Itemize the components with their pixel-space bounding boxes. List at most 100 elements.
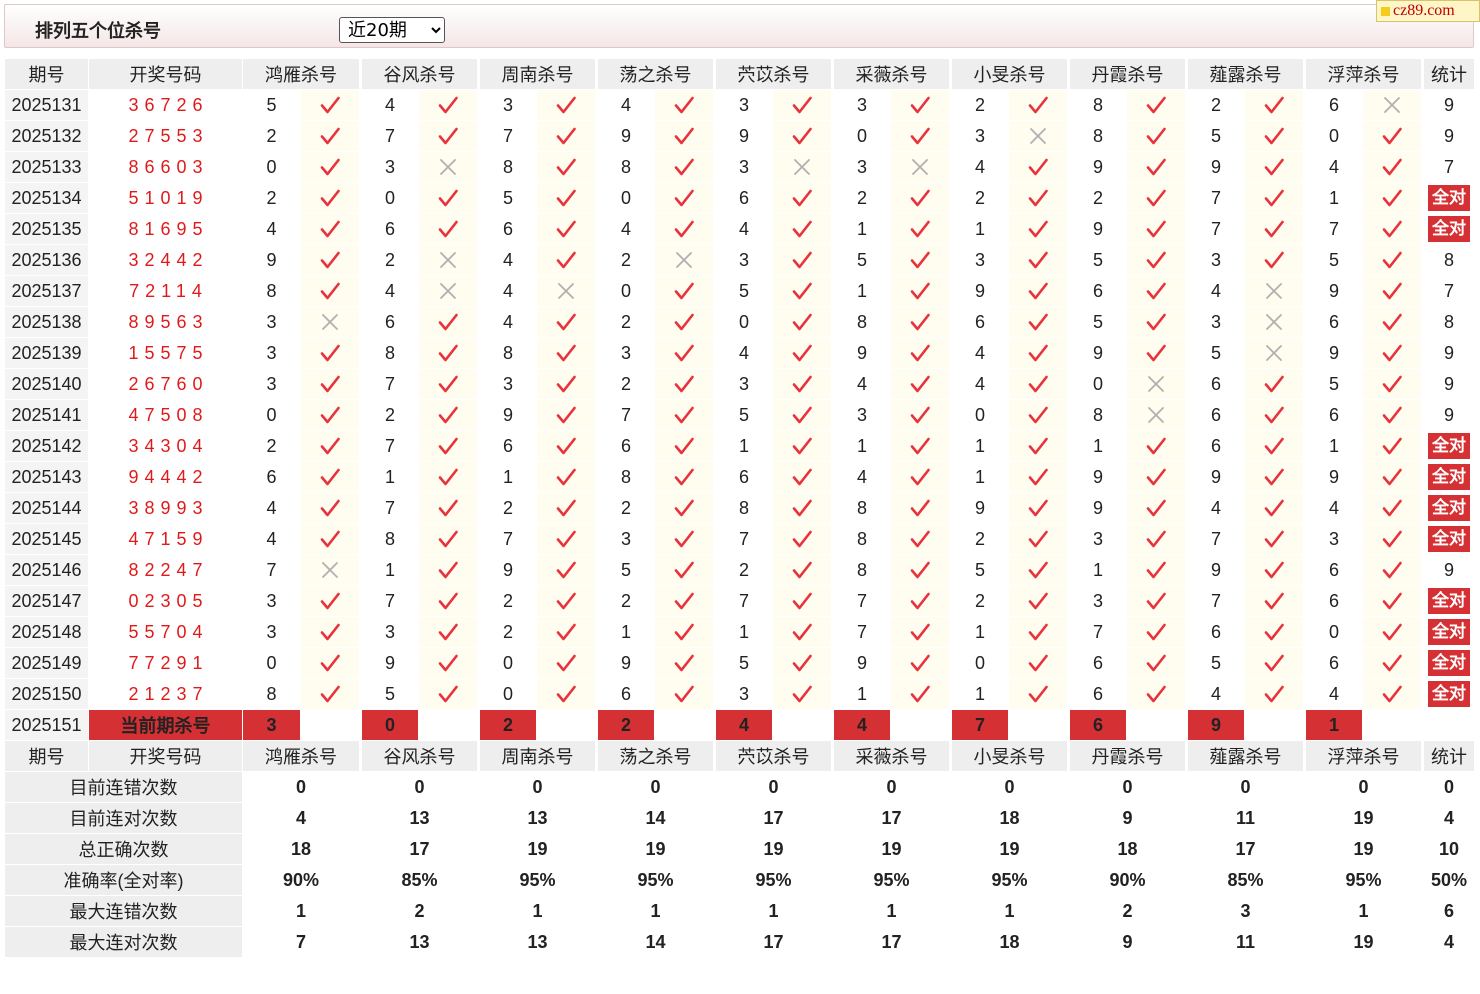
kill-number: 0 bbox=[478, 678, 537, 710]
check-icon bbox=[890, 244, 952, 276]
draw-number-cell: 51019 bbox=[88, 182, 243, 214]
stat-label: 目前连错次数 bbox=[4, 771, 243, 803]
check-icon bbox=[1008, 244, 1070, 276]
stat-value: 95% bbox=[596, 864, 716, 896]
kill-number: 2 bbox=[242, 182, 301, 214]
check-icon bbox=[654, 492, 716, 524]
col-header-period: 期号 bbox=[4, 740, 89, 772]
kill-number: 3 bbox=[714, 368, 773, 400]
kill-number: 4 bbox=[950, 151, 1009, 183]
kill-number: 8 bbox=[1068, 120, 1127, 152]
check-icon bbox=[536, 151, 598, 183]
check-icon bbox=[890, 368, 952, 400]
kill-number: 2 bbox=[950, 89, 1009, 121]
kill-number: 0 bbox=[242, 399, 301, 431]
check-icon bbox=[1126, 616, 1188, 648]
draw-number: 81695 bbox=[128, 218, 209, 239]
draw-number-cell: 77291 bbox=[88, 647, 243, 679]
kill-number: 9 bbox=[1068, 151, 1127, 183]
kill-number: 6 bbox=[478, 430, 537, 462]
check-icon bbox=[1362, 337, 1424, 369]
check-icon bbox=[1362, 430, 1424, 462]
col-header-period: 期号 bbox=[4, 58, 89, 90]
check-icon bbox=[654, 430, 716, 462]
draw-number: 89563 bbox=[128, 311, 209, 332]
kill-number: 2 bbox=[360, 244, 419, 276]
period-range-select[interactable]: 近20期 bbox=[339, 17, 445, 43]
stat-value: 1 bbox=[714, 895, 834, 927]
check-icon bbox=[536, 120, 598, 152]
check-icon bbox=[418, 430, 480, 462]
current-kill-blank bbox=[1126, 709, 1188, 741]
kill-number: 3 bbox=[242, 616, 301, 648]
check-icon bbox=[300, 151, 362, 183]
check-icon bbox=[418, 554, 480, 586]
site-logo[interactable]: cz89.com bbox=[1376, 0, 1480, 22]
current-kill-number: 4 bbox=[714, 709, 773, 741]
kill-number: 0 bbox=[242, 151, 301, 183]
draw-number: 21237 bbox=[128, 683, 209, 704]
kill-number: 9 bbox=[478, 554, 537, 586]
check-icon bbox=[890, 430, 952, 462]
total-cell: 9 bbox=[1422, 337, 1475, 369]
current-kill-number: 2 bbox=[478, 709, 537, 741]
check-icon bbox=[1126, 647, 1188, 679]
table-row: 2025148 55704 3 3 2 1 1 7 1 7 6 0 全对 bbox=[4, 616, 1475, 648]
kill-number: 6 bbox=[1186, 368, 1245, 400]
kill-number: 4 bbox=[1304, 151, 1363, 183]
draw-number: 77291 bbox=[128, 652, 209, 673]
check-icon bbox=[1244, 244, 1306, 276]
check-icon bbox=[536, 399, 598, 431]
check-icon bbox=[1362, 244, 1424, 276]
check-icon bbox=[536, 244, 598, 276]
check-icon bbox=[300, 368, 362, 400]
draw-number-cell: 02305 bbox=[88, 585, 243, 617]
current-total-blank bbox=[1422, 709, 1475, 741]
kill-number: 5 bbox=[360, 678, 419, 710]
draw-number: 72114 bbox=[129, 280, 208, 301]
stats-row: 最大连错次数 1 2 1 1 1 1 1 2 3 1 6 bbox=[4, 895, 1475, 927]
total-cell: 9 bbox=[1422, 368, 1475, 400]
kill-number: 9 bbox=[950, 275, 1009, 307]
all-correct-badge: 全对 bbox=[1428, 619, 1470, 645]
kill-number: 8 bbox=[596, 461, 655, 493]
stat-value: 19 bbox=[596, 833, 716, 865]
check-icon bbox=[1008, 182, 1070, 214]
check-icon bbox=[890, 120, 952, 152]
current-kill-number: 1 bbox=[1304, 709, 1363, 741]
check-icon bbox=[1362, 399, 1424, 431]
cross-icon bbox=[1244, 337, 1306, 369]
check-icon bbox=[1008, 616, 1070, 648]
kill-number: 7 bbox=[1186, 523, 1245, 555]
check-icon bbox=[772, 368, 834, 400]
kill-number: 2 bbox=[242, 120, 301, 152]
check-icon bbox=[890, 337, 952, 369]
kill-number: 6 bbox=[1186, 399, 1245, 431]
kill-number: 0 bbox=[950, 399, 1009, 431]
kill-number: 8 bbox=[832, 554, 891, 586]
check-icon bbox=[300, 523, 362, 555]
check-icon bbox=[654, 151, 716, 183]
check-icon bbox=[1008, 585, 1070, 617]
kill-number: 1 bbox=[714, 430, 773, 462]
cross-icon bbox=[1244, 306, 1306, 338]
kill-number: 4 bbox=[242, 492, 301, 524]
check-icon bbox=[654, 616, 716, 648]
kill-number: 9 bbox=[242, 244, 301, 276]
check-icon bbox=[418, 523, 480, 555]
check-icon bbox=[772, 337, 834, 369]
kill-number: 3 bbox=[596, 337, 655, 369]
check-icon bbox=[772, 89, 834, 121]
stat-value: 17 bbox=[832, 802, 952, 834]
period-cell: 2025134 bbox=[4, 182, 89, 214]
all-correct-badge: 全对 bbox=[1428, 650, 1470, 676]
check-icon bbox=[1362, 182, 1424, 214]
table-row: 2025137 72114 8 4 4 0 5 1 9 6 4 9 7 bbox=[4, 275, 1475, 307]
check-icon bbox=[1244, 616, 1306, 648]
stat-value: 17 bbox=[714, 926, 834, 958]
kill-number: 8 bbox=[242, 678, 301, 710]
kill-number: 6 bbox=[1186, 430, 1245, 462]
col-header-expert: 小旻杀号 bbox=[950, 740, 1070, 772]
kill-number: 1 bbox=[832, 213, 891, 245]
kill-number: 2 bbox=[950, 585, 1009, 617]
